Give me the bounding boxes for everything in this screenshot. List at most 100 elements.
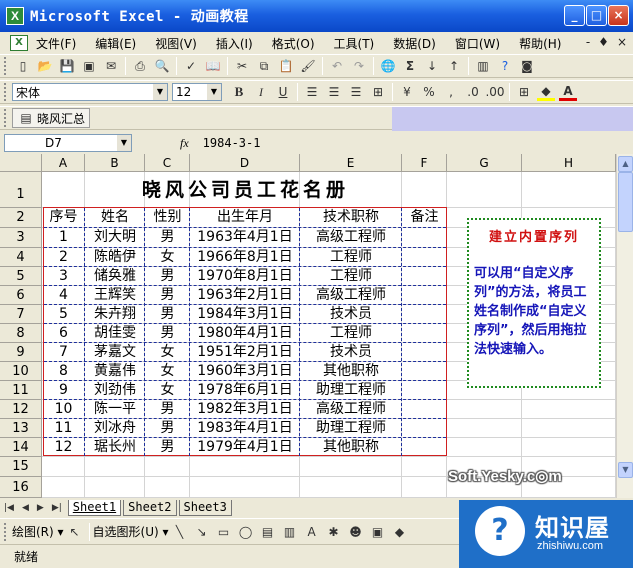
table-cell[interactable]: 5 <box>42 305 85 324</box>
picture-icon[interactable]: ▣ <box>369 523 387 541</box>
table-cell[interactable]: 男 <box>145 228 190 247</box>
chevron-down-icon[interactable]: ▼ <box>207 84 221 100</box>
table-cell[interactable]: 4 <box>42 286 85 305</box>
worksheet-grid[interactable]: ABCDEFGH 1 2 3 4 5 6 7 8 9 10 11 12 13 14 15 16 晓风公司员工花… <box>0 154 633 498</box>
table-cell[interactable]: 男 <box>145 286 190 305</box>
increase-decimal-icon[interactable]: .0 <box>464 83 482 101</box>
table-cell[interactable]: 1980年4月1日 <box>190 324 300 343</box>
workbook-close-button[interactable]: × <box>617 35 627 49</box>
align-right-icon[interactable]: ☰ <box>347 83 365 101</box>
table-cell[interactable]: 2 <box>42 248 85 267</box>
camera-icon[interactable]: ◙ <box>518 57 536 75</box>
workbook-restore-button[interactable]: ♦ <box>598 35 609 49</box>
hyperlink-icon[interactable]: 🌐 <box>379 57 397 75</box>
table-cell[interactable]: 7 <box>42 343 85 362</box>
last-sheet-icon[interactable]: ▶| <box>52 503 62 513</box>
row-header[interactable]: 6 <box>0 286 42 305</box>
paste-icon[interactable]: 📋 <box>277 57 295 75</box>
row-header[interactable]: 15 <box>0 457 42 477</box>
first-sheet-icon[interactable]: |◀ <box>4 503 14 513</box>
table-cell[interactable]: 刘大明 <box>85 228 145 247</box>
table-cell[interactable]: 1970年8月1日 <box>190 267 300 286</box>
row-header[interactable]: 13 <box>0 419 42 438</box>
copy-icon[interactable]: ⧉ <box>255 57 273 75</box>
italic-icon[interactable]: I <box>252 83 270 101</box>
table-cell[interactable]: 陈皓伊 <box>85 248 145 267</box>
oval-icon[interactable]: ◯ <box>237 523 255 541</box>
table-cell[interactable] <box>402 343 447 362</box>
table-cell[interactable]: 其他职称 <box>300 362 402 381</box>
table-cell[interactable]: 1951年2月1日 <box>190 343 300 362</box>
save-icon[interactable]: 💾 <box>58 57 76 75</box>
column-header[interactable]: E <box>300 154 402 172</box>
table-cell[interactable]: 3 <box>42 267 85 286</box>
table-cell[interactable]: 琚长州 <box>85 438 145 457</box>
table-cell[interactable]: 男 <box>145 267 190 286</box>
table-cell[interactable]: 男 <box>145 438 190 457</box>
table-cell[interactable]: 助理工程师 <box>300 419 402 438</box>
column-header[interactable]: G <box>447 154 522 172</box>
table-cell[interactable]: 助理工程师 <box>300 381 402 400</box>
table-cell[interactable]: 1960年3月1日 <box>190 362 300 381</box>
wordart-icon[interactable]: A <box>303 523 321 541</box>
permission-icon[interactable]: ▣ <box>80 57 98 75</box>
table-cell[interactable]: 1982年3月1日 <box>190 400 300 419</box>
chevron-down-icon[interactable]: ▼ <box>117 135 131 151</box>
menu-insert[interactable]: 插入(I) <box>216 35 253 52</box>
table-cell[interactable] <box>402 419 447 438</box>
table-cell[interactable] <box>402 438 447 457</box>
next-sheet-icon[interactable]: ▶ <box>37 503 44 513</box>
draw-menu[interactable]: 绘图(R) ▾ <box>12 523 64 540</box>
table-cell[interactable]: 朱卉翔 <box>85 305 145 324</box>
table-cell[interactable]: 工程师 <box>300 324 402 343</box>
table-cell[interactable]: 1979年4月1日 <box>190 438 300 457</box>
table-cell[interactable] <box>402 381 447 400</box>
formula-input[interactable]: 1984-3-1 <box>203 136 261 150</box>
column-header[interactable]: A <box>42 154 85 172</box>
sort-descending-icon[interactable]: ↑ <box>445 57 463 75</box>
table-cell[interactable]: 陈一平 <box>85 400 145 419</box>
workbook-minimize-button[interactable]: - <box>586 35 590 49</box>
scroll-up-icon[interactable]: ▲ <box>618 156 633 172</box>
table-cell[interactable]: 备注 <box>402 208 447 227</box>
summary-macro-button[interactable]: ▤ 晓风汇总 <box>12 108 91 128</box>
menu-format[interactable]: 格式(O) <box>272 35 315 52</box>
row-header[interactable]: 12 <box>0 400 42 419</box>
vertical-scrollbar[interactable]: ▲ ▼ <box>616 154 633 498</box>
table-cell[interactable]: 刘劲伟 <box>85 381 145 400</box>
table-cell[interactable]: 性别 <box>145 208 190 227</box>
research-icon[interactable]: 📖 <box>204 57 222 75</box>
table-cell[interactable]: 1 <box>42 228 85 247</box>
table-cell[interactable] <box>402 248 447 267</box>
table-cell[interactable]: 1984年3月1日 <box>190 305 300 324</box>
table-cell[interactable]: 10 <box>42 400 85 419</box>
row-header[interactable]: 7 <box>0 305 42 324</box>
table-cell[interactable]: 男 <box>145 400 190 419</box>
table-cell[interactable] <box>402 305 447 324</box>
font-size-select[interactable]: 12 ▼ <box>172 83 222 101</box>
menu-help[interactable]: 帮助(H) <box>519 35 561 52</box>
select-objects-icon[interactable]: ↖ <box>66 523 84 541</box>
table-cell[interactable]: 1963年4月1日 <box>190 228 300 247</box>
scroll-down-icon[interactable]: ▼ <box>618 462 633 478</box>
menu-data[interactable]: 数据(D) <box>393 35 436 52</box>
table-cell[interactable]: 高级工程师 <box>300 400 402 419</box>
row-header[interactable]: 11 <box>0 381 42 400</box>
open-icon[interactable]: 📂 <box>36 57 54 75</box>
chevron-down-icon[interactable]: ▼ <box>153 84 167 100</box>
table-cell[interactable]: 序号 <box>42 208 85 227</box>
table-cell[interactable]: 男 <box>145 305 190 324</box>
row-header[interactable]: 5 <box>0 267 42 286</box>
table-cell[interactable]: 高级工程师 <box>300 286 402 305</box>
table-cell[interactable]: 工程师 <box>300 267 402 286</box>
table-cell[interactable]: 男 <box>145 324 190 343</box>
arrow-icon[interactable]: ↘ <box>193 523 211 541</box>
table-cell[interactable] <box>402 324 447 343</box>
scroll-thumb[interactable] <box>618 172 633 232</box>
row-header[interactable]: 16 <box>0 477 42 498</box>
column-header[interactable]: C <box>145 154 190 172</box>
row-header[interactable]: 14 <box>0 438 42 457</box>
tab-sheet3[interactable]: Sheet3 <box>178 500 232 516</box>
row-header[interactable]: 10 <box>0 362 42 381</box>
table-cell[interactable]: 刘冰舟 <box>85 419 145 438</box>
